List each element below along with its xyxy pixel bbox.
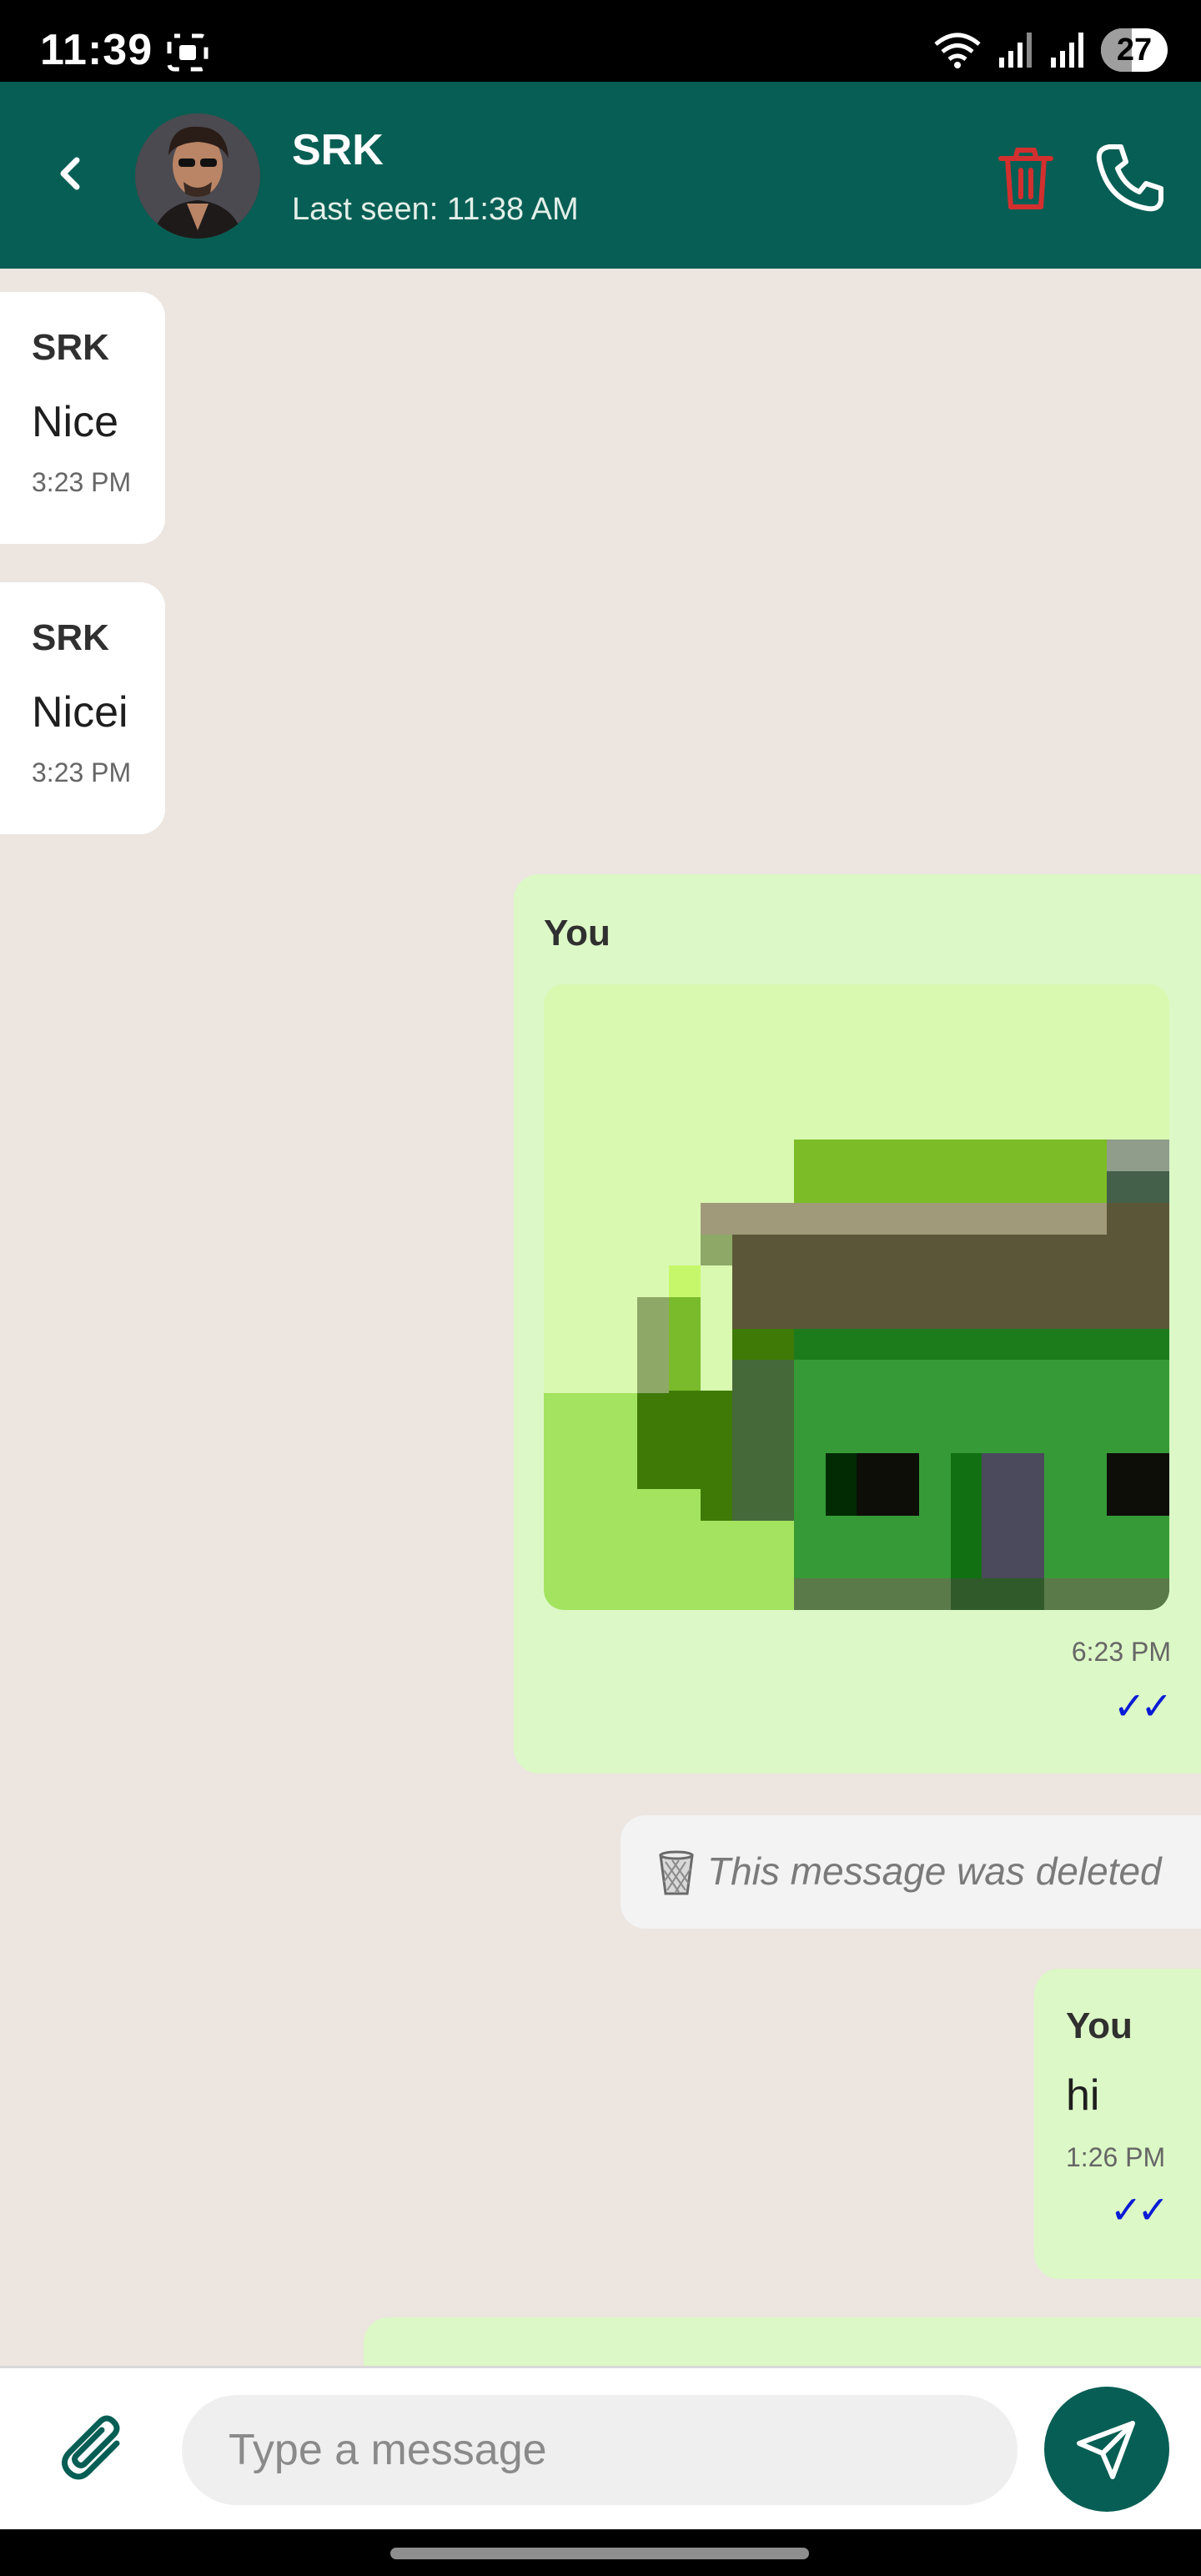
message-time: 3:23 PM: [32, 467, 132, 497]
message-time: 6:23 PM: [1071, 1637, 1171, 1667]
message-bubble-incoming[interactable]: SRK Nice 3:23 PM: [0, 292, 165, 544]
chat-header: SRK Last seen: 11:38 AM: [0, 82, 1201, 269]
message-text: Nicei: [32, 688, 128, 737]
wastebasket-icon: [659, 1850, 694, 1895]
battery-level: 27: [1116, 32, 1153, 68]
status-time: 11:39: [40, 26, 153, 74]
back-button[interactable]: [45, 148, 95, 199]
message-input-bar: [0, 2366, 1201, 2532]
signal-icon-2: [1051, 33, 1083, 68]
deleted-message-bubble[interactable]: This message was deleted: [621, 1815, 1201, 1929]
message-text: hi: [1066, 2071, 1100, 2120]
message-image[interactable]: [544, 984, 1169, 1610]
message-sender: You: [544, 913, 611, 953]
message-sender: SRK: [32, 617, 109, 658]
send-button[interactable]: [1044, 2387, 1169, 2512]
call-button[interactable]: [1093, 140, 1168, 215]
message-time: 3:23 PM: [32, 757, 132, 787]
message-bubble-outgoing-partial[interactable]: [364, 2317, 1201, 2367]
send-icon: [1077, 2421, 1135, 2479]
phone-icon: [1096, 144, 1163, 212]
message-bubble-outgoing[interactable]: You 6:23 PM ✓✓: [514, 874, 1201, 1774]
home-indicator[interactable]: [390, 2548, 809, 2559]
last-seen-status: Last seen: 11:38 AM: [292, 192, 579, 227]
message-sender: You: [1066, 2005, 1133, 2046]
system-navigation-bar: [0, 2529, 1201, 2576]
message-time: 1:26 PM: [1066, 2142, 1166, 2172]
message-bubble-incoming[interactable]: SRK Nicei 3:23 PM: [0, 582, 165, 834]
read-receipt-icon: ✓✓: [1109, 2188, 1169, 2231]
message-sender: SRK: [32, 327, 109, 368]
avatar[interactable]: [135, 113, 260, 239]
message-input[interactable]: [182, 2395, 1018, 2505]
attach-button[interactable]: [57, 2413, 133, 2490]
message-bubble-outgoing[interactable]: You hi 1:26 PM ✓✓: [1034, 1969, 1201, 2279]
message-text: Nice: [32, 398, 119, 446]
status-indicators: 27: [932, 25, 1168, 75]
status-bar: 11:39 27: [0, 0, 1201, 82]
paperclip-icon: [62, 2415, 120, 2480]
signal-icon: [999, 33, 1032, 68]
wifi-icon: [934, 33, 981, 68]
battery-indicator: 27: [1101, 28, 1168, 72]
screenshot-icon: [167, 33, 209, 72]
deleted-message-text: This message was deleted: [707, 1849, 1162, 1893]
chevron-left-icon: [60, 157, 80, 190]
trash-icon: [998, 148, 1053, 209]
delete-chat-button[interactable]: [992, 145, 1059, 212]
read-receipt-icon: ✓✓: [1113, 1684, 1173, 1728]
contact-name[interactable]: SRK: [292, 125, 384, 175]
